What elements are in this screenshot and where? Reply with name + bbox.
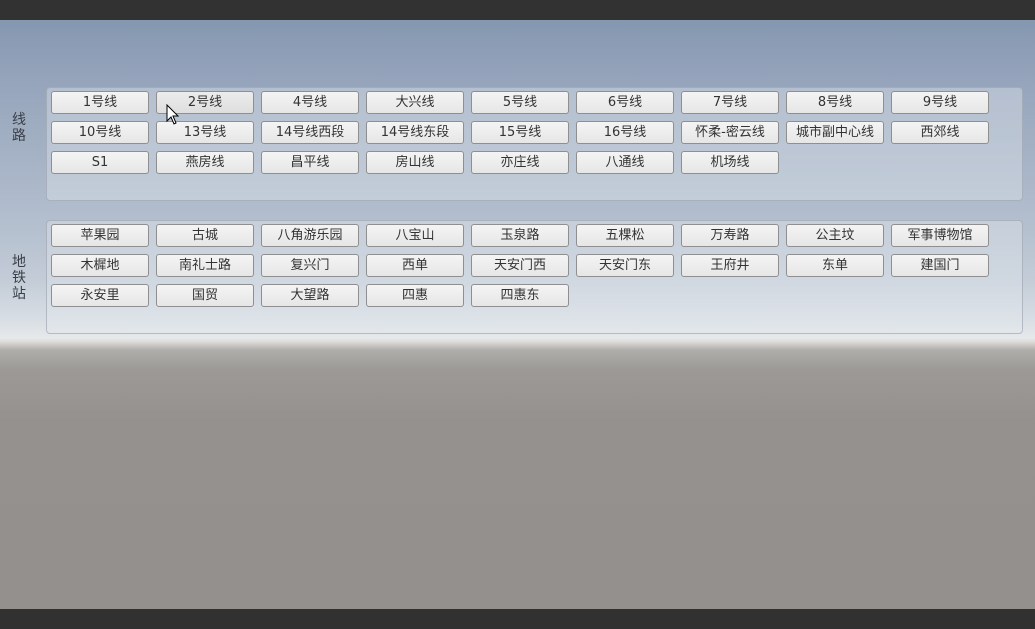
mouse-cursor-icon (166, 104, 180, 125)
line-button[interactable]: 7号线 (681, 91, 779, 114)
line-button[interactable]: 机场线 (681, 151, 779, 174)
scene-viewport: 线路 1号线 2号线 4号线 大兴线 5号线 6号线 7号线 8号线 9号线 10号线 13号线 14… (0, 20, 1035, 609)
line-button[interactable]: 西郊线 (891, 121, 989, 144)
station-button[interactable]: 万寿路 (681, 224, 779, 247)
station-button[interactable]: 复兴门 (261, 254, 359, 277)
lines-label: 线路 (10, 112, 28, 144)
line-button[interactable]: 10号线 (51, 121, 149, 144)
station-button[interactable]: 建国门 (891, 254, 989, 277)
station-button[interactable]: 西单 (366, 254, 464, 277)
station-button[interactable]: 南礼士路 (156, 254, 254, 277)
station-button[interactable]: 王府井 (681, 254, 779, 277)
line-button[interactable]: 八通线 (576, 151, 674, 174)
line-button[interactable]: 5号线 (471, 91, 569, 114)
station-button[interactable]: 玉泉路 (471, 224, 569, 247)
line-button[interactable]: 怀柔-密云线 (681, 121, 779, 144)
line-button[interactable]: S1 (51, 151, 149, 174)
line-button[interactable]: 4号线 (261, 91, 359, 114)
lines-label-text: 线路 (12, 112, 26, 144)
stations-label: 地铁站 (10, 254, 28, 302)
station-button[interactable]: 八角游乐园 (261, 224, 359, 247)
station-button[interactable]: 国贸 (156, 284, 254, 307)
station-button[interactable]: 东单 (786, 254, 884, 277)
station-button[interactable]: 苹果园 (51, 224, 149, 247)
line-button[interactable]: 燕房线 (156, 151, 254, 174)
station-button[interactable]: 天安门东 (576, 254, 674, 277)
line-button[interactable]: 房山线 (366, 151, 464, 174)
station-button[interactable]: 军事博物馆 (891, 224, 989, 247)
station-button[interactable]: 木樨地 (51, 254, 149, 277)
line-button[interactable]: 亦庄线 (471, 151, 569, 174)
editor-bottom-bar (0, 609, 1035, 629)
lines-panel: 1号线 2号线 4号线 大兴线 5号线 6号线 7号线 8号线 9号线 10号线 13号线 14号线西… (46, 87, 1023, 201)
line-button[interactable]: 15号线 (471, 121, 569, 144)
station-button[interactable]: 四惠东 (471, 284, 569, 307)
line-button[interactable]: 1号线 (51, 91, 149, 114)
line-button[interactable]: 城市副中心线 (786, 121, 884, 144)
line-button[interactable]: 14号线东段 (366, 121, 464, 144)
station-button[interactable]: 八宝山 (366, 224, 464, 247)
editor-top-bar (0, 0, 1035, 20)
station-button[interactable]: 四惠 (366, 284, 464, 307)
line-button[interactable]: 16号线 (576, 121, 674, 144)
line-button[interactable]: 8号线 (786, 91, 884, 114)
line-button[interactable]: 昌平线 (261, 151, 359, 174)
line-button[interactable]: 6号线 (576, 91, 674, 114)
stations-panel: 苹果园 古城 八角游乐园 八宝山 玉泉路 五棵松 万寿路 公主坟 军事博物馆木樨地 南礼士路 复兴门… (46, 220, 1023, 334)
stations-label-text: 地铁站 (12, 254, 26, 302)
station-button[interactable]: 永安里 (51, 284, 149, 307)
station-button[interactable]: 大望路 (261, 284, 359, 307)
line-button[interactable]: 9号线 (891, 91, 989, 114)
station-button[interactable]: 公主坟 (786, 224, 884, 247)
station-button[interactable]: 古城 (156, 224, 254, 247)
line-button[interactable]: 14号线西段 (261, 121, 359, 144)
line-button[interactable]: 大兴线 (366, 91, 464, 114)
station-button[interactable]: 五棵松 (576, 224, 674, 247)
station-button[interactable]: 天安门西 (471, 254, 569, 277)
